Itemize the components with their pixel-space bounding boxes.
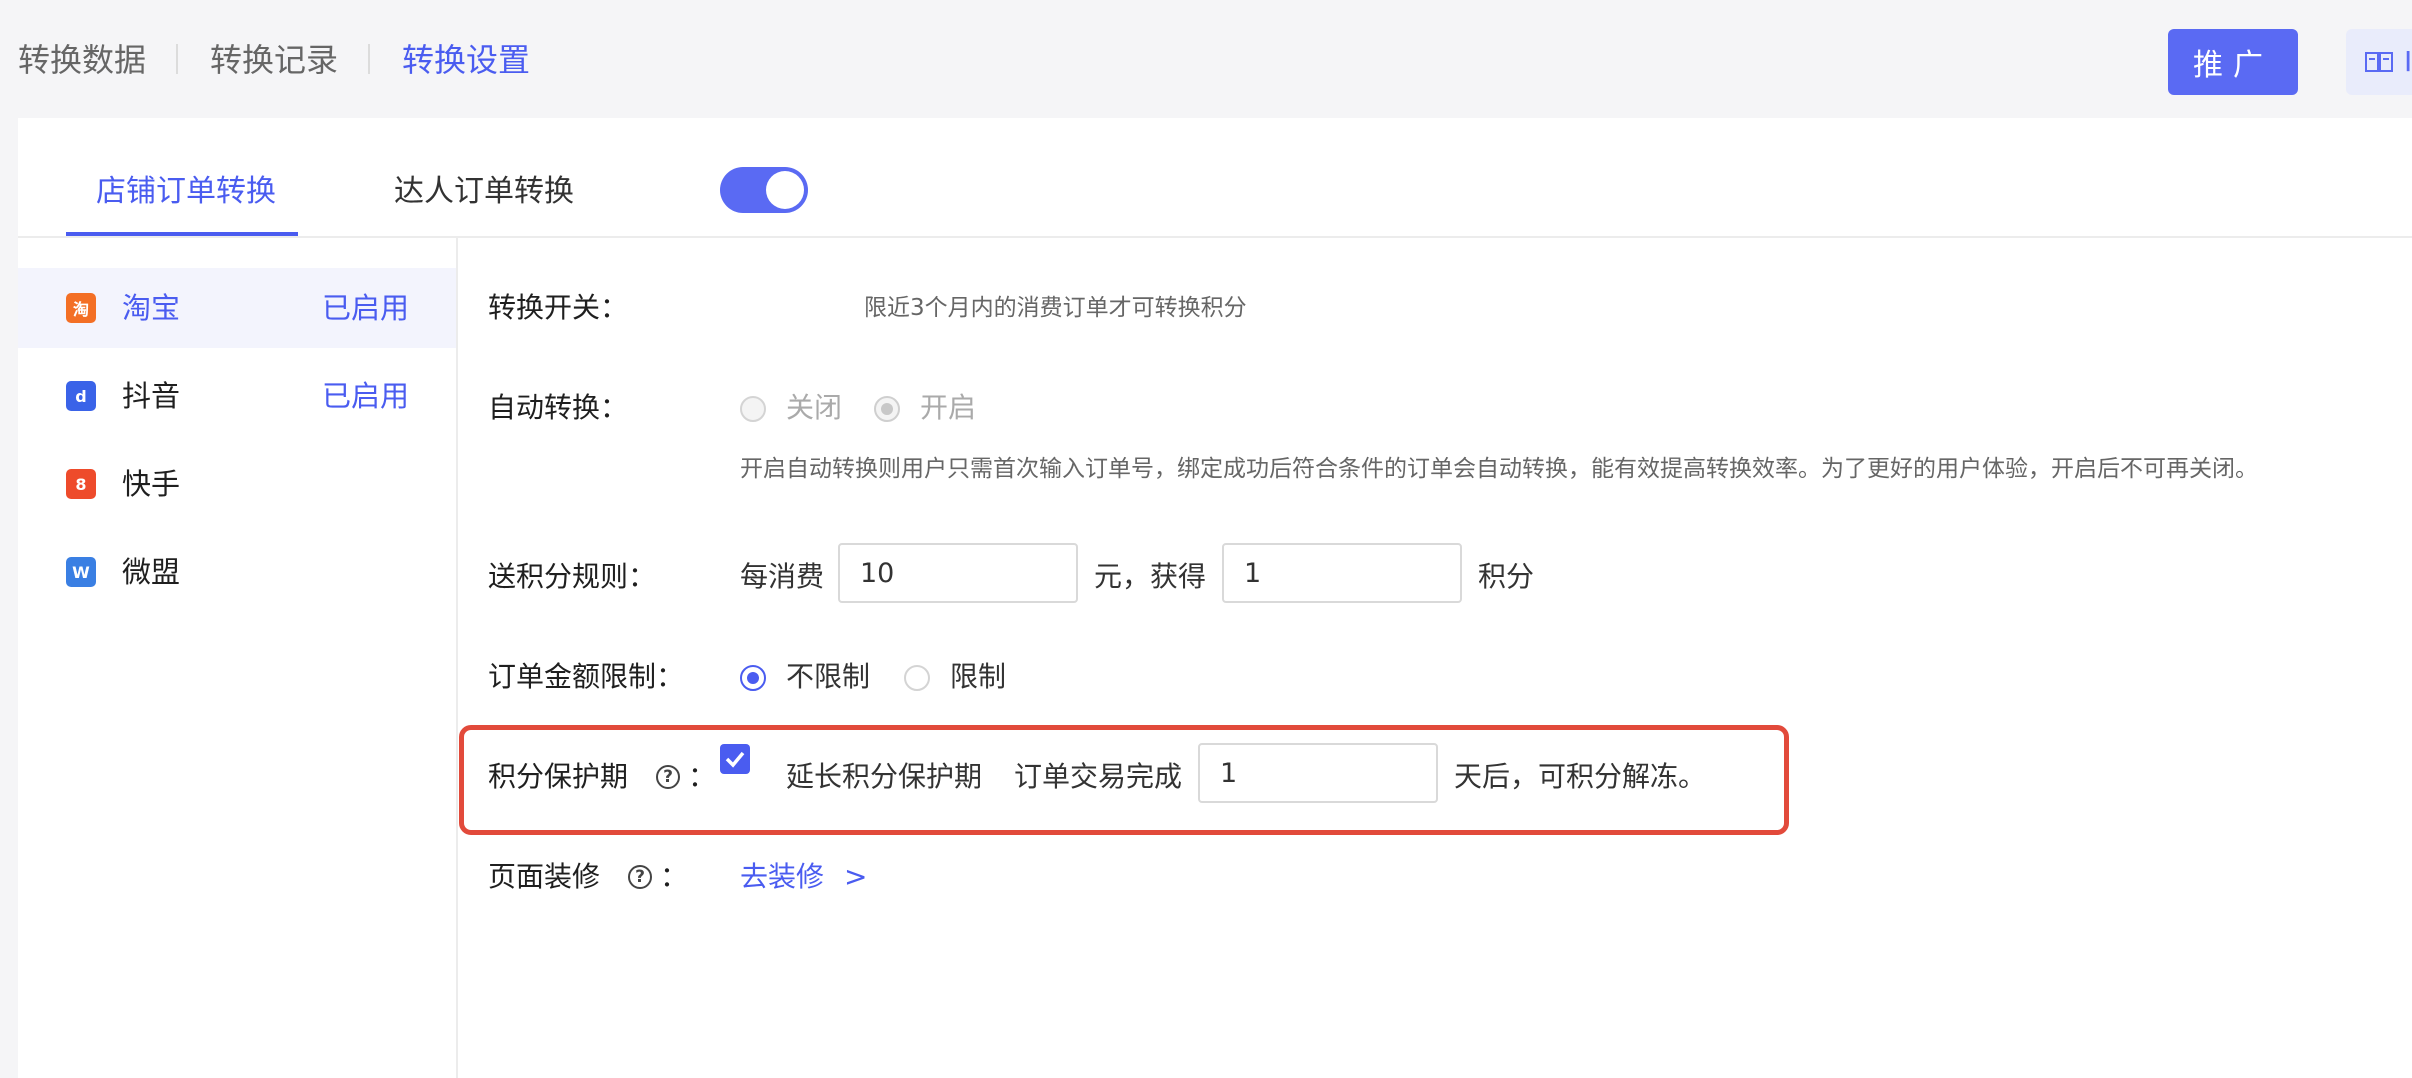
go-decorate-link[interactable]: 去装修 — [740, 857, 824, 897]
protect-prefix: 订单交易完成 — [1014, 760, 1183, 793]
platform-item-kuaishou[interactable]: 8 快手 — [18, 444, 456, 524]
tab-store-orders[interactable]: 店铺订单转换 — [96, 172, 276, 212]
page-decor-colon: ： — [660, 860, 689, 893]
extend-protect-checkbox[interactable] — [720, 744, 750, 774]
amount-limit-label: 订单金额限制： — [488, 660, 685, 693]
platform-item-douyin[interactable]: d 抖音 已启用 — [18, 356, 456, 436]
tab-conversion-records[interactable]: 转换记录 — [210, 40, 338, 80]
auto-off-label: 关闭 — [786, 391, 843, 424]
guide-button[interactable]: I — [2346, 29, 2412, 95]
protect-suffix: 天后，可积分解冻。 — [1454, 760, 1707, 793]
protect-days-input[interactable] — [1198, 743, 1438, 803]
divider — [18, 236, 2412, 238]
switch-label: 转换开关： — [488, 291, 629, 324]
divider — [368, 44, 370, 74]
weimob-icon: W — [66, 557, 96, 587]
protect-period-label: 积分保护期 — [488, 760, 629, 793]
limit-label: 限制 — [950, 660, 1007, 693]
toggle-knob — [766, 171, 804, 209]
book-icon — [2365, 52, 2393, 72]
page-decor-label: 页面装修 — [488, 860, 601, 893]
settings-card: 店铺订单转换 达人订单转换 淘 淘宝 已启用 d 抖音 已启用 8 快手 W 微… — [18, 118, 2412, 1078]
top-nav: 转换数据 转换记录 转换设置 推广 I — [0, 0, 2412, 118]
auto-on-radio — [874, 396, 900, 422]
taobao-icon: 淘 — [66, 293, 96, 323]
promote-button[interactable]: 推广 — [2168, 29, 2298, 95]
tab-influencer-orders[interactable]: 达人订单转换 — [394, 172, 574, 212]
points-amount-input[interactable] — [1222, 543, 1462, 603]
platform-name: 抖音 — [122, 379, 181, 413]
platform-status: 已启用 — [322, 379, 410, 413]
conversion-toggle[interactable] — [720, 167, 808, 213]
platform-item-weimob[interactable]: W 微盟 — [18, 532, 456, 612]
rule-label: 送积分规则： — [488, 560, 657, 593]
guide-button-label: I — [2404, 45, 2412, 78]
switch-hint: 限近3个月内的消费订单才可转换积分 — [864, 295, 1247, 321]
protect-period-colon: ： — [688, 760, 717, 793]
no-limit-radio[interactable] — [740, 665, 766, 691]
limit-radio[interactable] — [904, 665, 930, 691]
kuaishou-icon: 8 — [66, 469, 96, 499]
check-icon — [725, 751, 745, 768]
platform-status: 已启用 — [322, 291, 410, 325]
rule-suffix: 积分 — [1478, 560, 1535, 593]
platform-name: 淘宝 — [122, 291, 181, 325]
platform-name: 快手 — [122, 467, 181, 501]
rule-middle: 元，获得 — [1094, 560, 1207, 593]
divider — [456, 238, 458, 1078]
douyin-icon: d — [66, 381, 96, 411]
extend-protect-label: 延长积分保护期 — [786, 760, 983, 793]
auto-on-label: 开启 — [920, 391, 977, 424]
auto-convert-label: 自动转换： — [488, 391, 629, 424]
tab-conversion-data[interactable]: 转换数据 — [18, 40, 146, 80]
help-icon[interactable]: ? — [656, 765, 680, 789]
spend-amount-input[interactable] — [838, 543, 1078, 603]
auto-off-radio — [740, 396, 766, 422]
rule-prefix: 每消费 — [740, 560, 825, 593]
auto-convert-description: 开启自动转换则用户只需首次输入订单号，绑定成功后符合条件的订单会自动转换，能有效… — [740, 456, 2258, 482]
help-icon[interactable]: ? — [628, 865, 652, 889]
platform-name: 微盟 — [122, 555, 181, 589]
platform-item-taobao[interactable]: 淘 淘宝 已启用 — [18, 268, 456, 348]
no-limit-label: 不限制 — [786, 660, 871, 693]
chevron-right-icon[interactable]: > — [844, 857, 867, 897]
divider — [176, 44, 178, 74]
tab-conversion-settings[interactable]: 转换设置 — [402, 40, 530, 80]
